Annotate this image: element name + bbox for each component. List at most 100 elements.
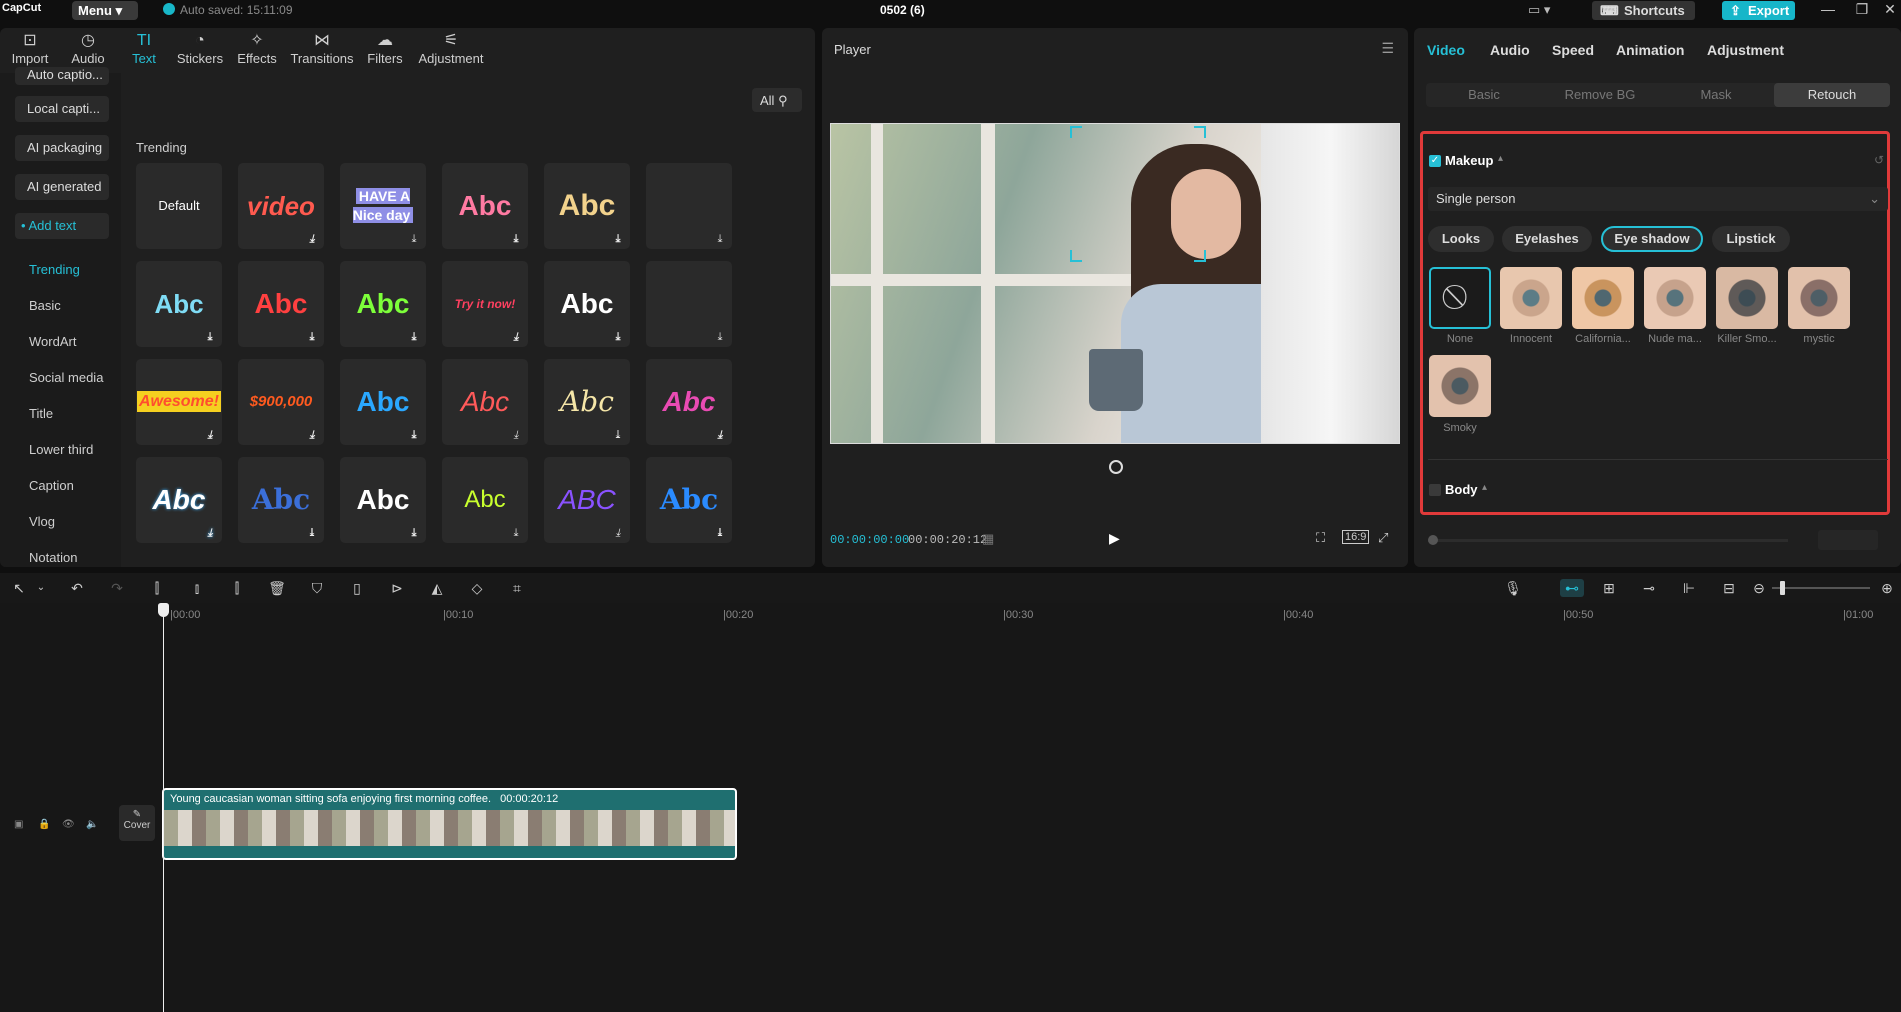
- text-template-tile[interactable]: Awesome! ⤓: [136, 359, 222, 445]
- tab-effects[interactable]: ✧ Effects: [234, 31, 280, 73]
- chip-lipstick[interactable]: Lipstick: [1712, 226, 1790, 252]
- reset-icon[interactable]: ↺: [1874, 153, 1884, 167]
- text-template-tile[interactable]: Abc ⤓: [238, 261, 324, 347]
- person-mode-select[interactable]: Single person ⌄: [1428, 187, 1888, 211]
- maximize-icon[interactable]: ❐: [1852, 1, 1872, 19]
- text-template-tile[interactable]: Abc ⤓: [136, 261, 222, 347]
- video-clip[interactable]: Young caucasian woman sitting sofa enjoy…: [162, 788, 737, 860]
- chevron-down-icon[interactable]: ⌄: [32, 579, 50, 597]
- auto-snap-icon[interactable]: ⊞: [1600, 579, 1618, 597]
- fullscreen-icon[interactable]: ⤢: [1378, 530, 1388, 546]
- text-template-tile[interactable]: Default: [136, 163, 222, 249]
- preset-smoky[interactable]: [1429, 355, 1491, 417]
- zoom-handle[interactable]: [1780, 581, 1785, 595]
- tab-speed[interactable]: Speed: [1552, 42, 1594, 58]
- sidebar-item-vlog[interactable]: Vlog: [29, 514, 55, 529]
- lock-icon[interactable]: 🔒: [38, 819, 50, 830]
- sidebar-add-text[interactable]: • Add text: [15, 213, 109, 239]
- text-template-tile[interactable]: Abc ⤓: [340, 457, 426, 543]
- text-template-tile[interactable]: ⤓: [646, 261, 732, 347]
- eye-icon[interactable]: 👁: [62, 819, 75, 830]
- freeze-icon[interactable]: ▯: [348, 579, 366, 597]
- tab-animation[interactable]: Animation: [1616, 42, 1684, 58]
- sidebar-item-trending[interactable]: Trending: [29, 262, 80, 277]
- zoom-out-icon[interactable]: ⊖: [1750, 579, 1768, 597]
- preset-innocent[interactable]: [1500, 267, 1562, 329]
- preset-killer-smokey[interactable]: [1716, 267, 1778, 329]
- microphone-icon[interactable]: 🎙: [1504, 579, 1522, 597]
- cover-button[interactable]: ✎ Cover: [119, 805, 155, 841]
- crop-icon[interactable]: ⌗: [508, 579, 526, 597]
- tab-filters[interactable]: ☁ Filters: [364, 31, 406, 73]
- subtab-basic[interactable]: Basic: [1426, 83, 1542, 107]
- menu-button[interactable]: Menu ▾: [72, 1, 138, 20]
- timecode-grid-icon[interactable]: ▦: [982, 531, 994, 547]
- marker-icon[interactable]: ⛉: [308, 579, 326, 597]
- screen-icon[interactable]: ⊟: [1720, 579, 1738, 597]
- delete-icon[interactable]: 🗑: [268, 579, 286, 597]
- sidebar-item-notation[interactable]: Notation: [29, 550, 77, 565]
- rotate-icon[interactable]: ◇: [468, 579, 486, 597]
- slider-value-input[interactable]: [1818, 530, 1878, 550]
- subtab-remove-bg[interactable]: Remove BG: [1542, 83, 1658, 107]
- sidebar-item-lower-third[interactable]: Lower third: [29, 442, 93, 457]
- text-template-tile[interactable]: Abc ⤓: [544, 163, 630, 249]
- text-template-tile[interactable]: video ⤓: [238, 163, 324, 249]
- text-template-tile[interactable]: Abc ⤓: [646, 359, 732, 445]
- zoom-slider[interactable]: [1772, 587, 1870, 589]
- collapse-icon[interactable]: ▴: [1498, 153, 1503, 164]
- text-template-tile[interactable]: Abc ⤓: [544, 261, 630, 347]
- tab-stickers[interactable]: ◔ Stickers: [176, 31, 224, 73]
- track-toggle-icon[interactable]: ▣: [14, 819, 23, 830]
- text-template-tile[interactable]: Try it now! ⤓: [442, 261, 528, 347]
- layout-icon[interactable]: ▭ ▾: [1528, 2, 1550, 18]
- sidebar-item-caption[interactable]: Caption: [29, 478, 74, 493]
- tab-video[interactable]: Video: [1427, 42, 1465, 58]
- preset-california[interactable]: [1572, 267, 1634, 329]
- playhead[interactable]: [163, 603, 164, 1012]
- subtab-retouch[interactable]: Retouch: [1774, 83, 1890, 107]
- export-button[interactable]: ⇪ Export: [1722, 1, 1795, 20]
- text-template-tile[interactable]: Abc ⤓: [238, 457, 324, 543]
- tab-text[interactable]: TI Text: [128, 31, 160, 73]
- reverse-icon[interactable]: ⊳: [388, 579, 406, 597]
- close-icon[interactable]: ✕: [1880, 1, 1900, 19]
- link-icon[interactable]: ⊸: [1640, 579, 1658, 597]
- text-template-tile[interactable]: ABC ⤓: [544, 457, 630, 543]
- chip-looks[interactable]: Looks: [1428, 226, 1494, 252]
- sidebar-item-social-media[interactable]: Social media: [29, 370, 103, 385]
- shortcuts-button[interactable]: ⌨ Shortcuts: [1592, 1, 1695, 20]
- player-menu-icon[interactable]: ☰: [1381, 40, 1394, 57]
- chip-eye-shadow[interactable]: Eye shadow: [1601, 226, 1703, 252]
- timeline[interactable]: |00:00 |00:10 |00:20 |00:30 |00:40 |00:5…: [0, 603, 1901, 1012]
- preset-mystic[interactable]: [1788, 267, 1850, 329]
- split-right-icon[interactable]: ⫿: [228, 579, 246, 597]
- sidebar-ai-generated[interactable]: AI generated: [15, 174, 109, 200]
- text-template-tile[interactable]: $900,000 ⤓: [238, 359, 324, 445]
- text-template-tile[interactable]: HAVE A Nice day ⤓: [340, 163, 426, 249]
- aspect-ratio-button[interactable]: 16:9: [1342, 530, 1370, 544]
- body-checkbox[interactable]: [1429, 484, 1441, 496]
- tab-adjustment[interactable]: ⚟ Adjustment: [416, 31, 486, 73]
- tab-audio-inspector[interactable]: Audio: [1490, 42, 1530, 58]
- speaker-icon[interactable]: 🔈: [86, 819, 98, 830]
- slider-handle[interactable]: [1428, 535, 1438, 545]
- expand-icon[interactable]: ▴: [1482, 482, 1487, 493]
- split-icon[interactable]: ⫿: [148, 579, 166, 597]
- split-left-icon[interactable]: ⫾: [188, 579, 206, 597]
- mirror-icon[interactable]: ◭: [428, 579, 446, 597]
- text-template-tile[interactable]: Abc ⤓: [442, 359, 528, 445]
- minimize-icon[interactable]: —: [1818, 1, 1838, 19]
- text-template-tile[interactable]: Abc ⤓: [340, 261, 426, 347]
- subtab-mask[interactable]: Mask: [1658, 83, 1774, 107]
- sidebar-auto-captions[interactable]: Auto captio...: [15, 67, 109, 85]
- text-template-tile[interactable]: Abc ⤓: [646, 457, 732, 543]
- sidebar-item-wordart[interactable]: WordArt: [29, 334, 76, 349]
- redo-icon[interactable]: ↷: [108, 579, 126, 597]
- sidebar-local-captions[interactable]: Local capti...: [15, 96, 109, 122]
- time-ruler[interactable]: |00:00 |00:10 |00:20 |00:30 |00:40 |00:5…: [115, 603, 1901, 625]
- text-template-tile[interactable]: Abc ⤓: [442, 163, 528, 249]
- tab-transitions[interactable]: ⋈ Transitions: [290, 31, 354, 73]
- rotate-handle-icon[interactable]: [1109, 460, 1123, 474]
- fit-screen-icon[interactable]: ⛶: [1316, 530, 1325, 546]
